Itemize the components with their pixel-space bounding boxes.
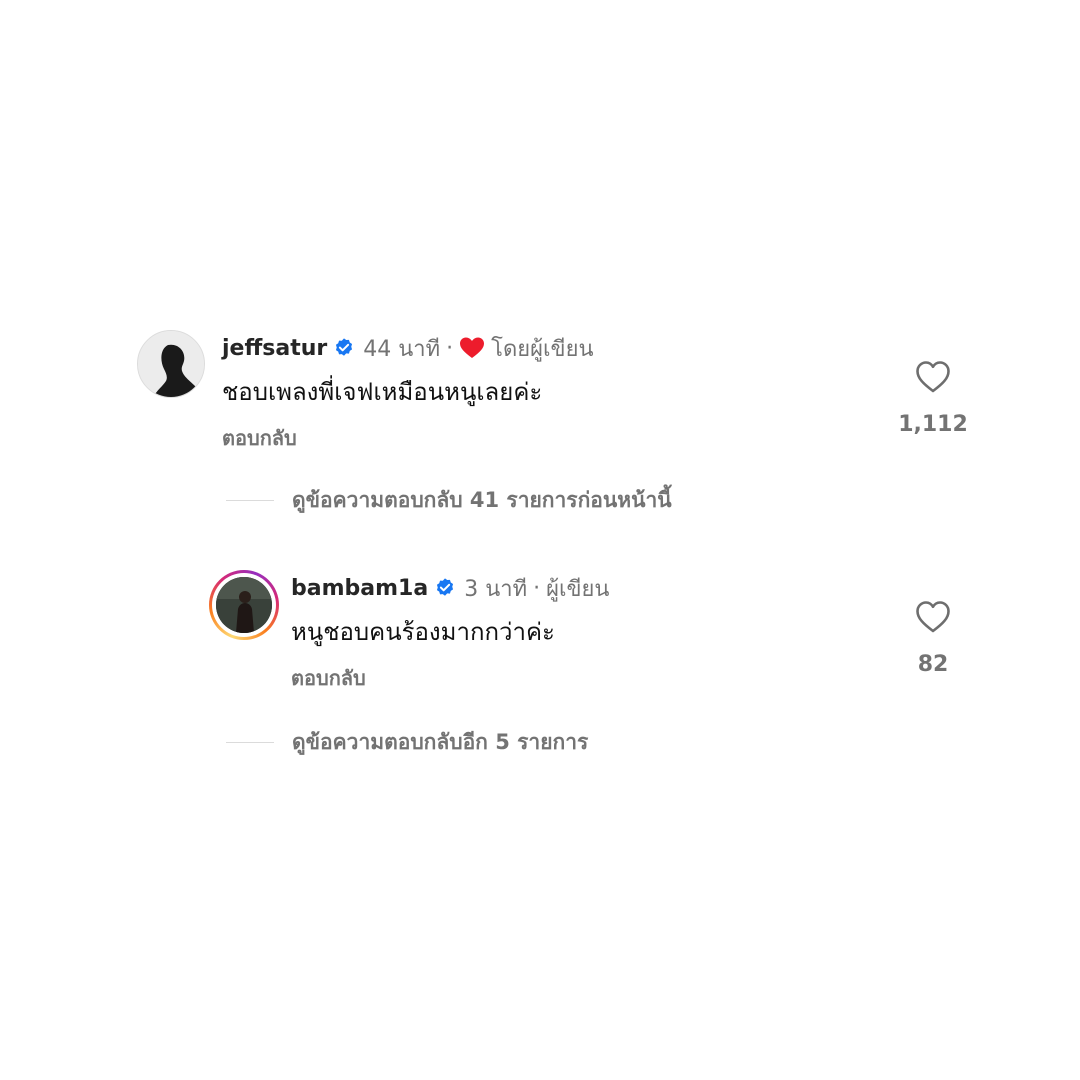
profile-silhouette-icon <box>138 331 204 397</box>
reply-button[interactable]: ตอบกลับ <box>222 422 594 454</box>
username[interactable]: bambam1a <box>291 576 428 601</box>
verified-badge-icon <box>336 338 353 356</box>
like-count: 82 <box>917 652 949 677</box>
comment-text: หนูชอบคนร้องมากกว่าค่ะ <box>291 618 555 646</box>
verified-badge-icon <box>437 578 454 596</box>
like-area: 1,112 <box>873 360 993 437</box>
divider-line <box>226 742 274 743</box>
avatar-image <box>137 330 205 398</box>
view-replies-label[interactable]: ดูข้อความตอบกลับอีก 5 รายการ <box>292 726 588 759</box>
view-replies-label[interactable]: ดูข้อความตอบกลับ 41 รายการก่อนหน้านี้ <box>292 484 672 517</box>
profile-photo-icon <box>216 577 272 633</box>
comment-time: 3 นาที <box>464 576 528 602</box>
separator: · <box>446 335 454 361</box>
reply-button[interactable]: ตอบกลับ <box>291 662 609 694</box>
avatar-story-ring[interactable] <box>209 570 279 640</box>
like-count: 1,112 <box>898 412 968 437</box>
view-previous-replies[interactable]: ดูข้อความตอบกลับ 41 รายการก่อนหน้านี้ <box>226 484 672 517</box>
divider-line <box>226 500 274 501</box>
avatar-image <box>216 577 272 633</box>
heart-outline-icon[interactable] <box>915 600 951 634</box>
separator: · <box>533 575 541 601</box>
author-tag: โดยผู้เขียน <box>491 336 594 362</box>
author-liked-heart-icon <box>460 337 485 358</box>
comment-time: 44 นาที <box>363 336 441 362</box>
view-more-replies[interactable]: ดูข้อความตอบกลับอีก 5 รายการ <box>226 726 588 759</box>
heart-outline-icon[interactable] <box>915 360 951 394</box>
author-tag: ผู้เขียน <box>546 576 610 602</box>
username[interactable]: jeffsatur <box>222 336 327 361</box>
avatar[interactable] <box>137 330 205 398</box>
like-area: 82 <box>873 600 993 677</box>
comment-text: ชอบเพลงพี่เจฟเหมือนหนูเลยค่ะ <box>222 378 543 406</box>
